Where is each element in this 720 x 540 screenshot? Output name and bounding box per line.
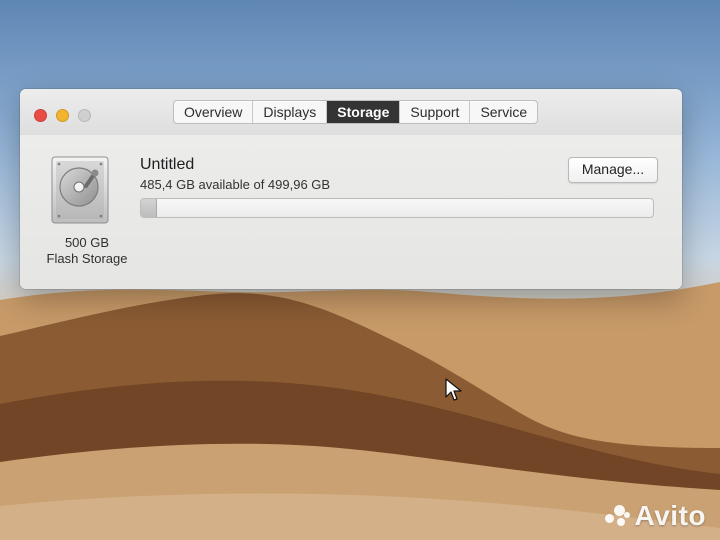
disk-capacity: 500 GB (64, 235, 110, 250)
desktop: Overview Displays Storage Support Servic… (0, 0, 720, 540)
drive-availability: 485,4 GB available of 499,96 GB (140, 177, 331, 192)
tab-service[interactable]: Service (470, 101, 537, 123)
minimize-window-button[interactable] (56, 109, 69, 122)
tab-overview[interactable]: Overview (174, 101, 254, 123)
avito-logo-icon (603, 502, 631, 530)
disk-type: Flash Storage (46, 251, 128, 266)
about-tabs: Overview Displays Storage Support Servic… (173, 100, 539, 124)
tab-displays[interactable]: Displays (253, 101, 328, 123)
window-titlebar: Overview Displays Storage Support Servic… (20, 89, 682, 136)
watermark-text: Avito (634, 500, 706, 531)
storage-panel: 500 GB Flash Storage Untitled 485,4 GB a… (20, 135, 682, 289)
tab-storage[interactable]: Storage (327, 101, 401, 123)
window-controls (34, 109, 91, 122)
close-window-button[interactable] (34, 109, 47, 122)
disk-summary: 500 GB Flash Storage (32, 235, 142, 267)
zoom-window-button[interactable] (78, 109, 91, 122)
tab-support[interactable]: Support (400, 101, 471, 123)
hard-drive-icon (51, 156, 109, 224)
avito-watermark: Avito (603, 500, 706, 532)
mouse-pointer-icon (445, 378, 462, 401)
about-this-mac-window: Overview Displays Storage Support Servic… (20, 89, 682, 289)
storage-usage-bar (140, 198, 654, 218)
storage-usage-fill (141, 199, 157, 217)
manage-button[interactable]: Manage... (568, 157, 658, 183)
drive-name: Untitled (140, 156, 195, 173)
